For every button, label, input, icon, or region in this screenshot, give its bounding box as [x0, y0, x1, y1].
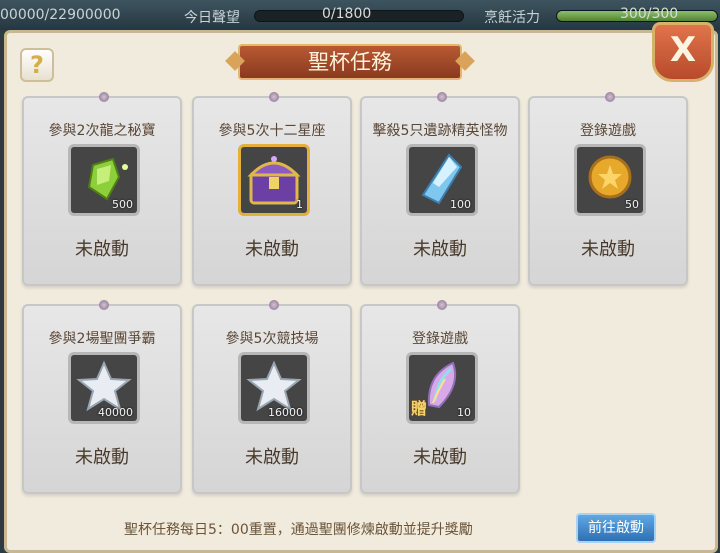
task-card[interactable]: 參與5次十二星座 1 未啟動	[192, 92, 352, 286]
pin-icon	[99, 300, 109, 310]
reward-quantity: 500	[112, 198, 133, 211]
task-name: 參與5次競技場	[225, 331, 319, 347]
task-status: 未啟動	[245, 239, 299, 260]
prestige-label: 今日聲望	[184, 10, 240, 26]
window-title: 聖杯任務	[238, 44, 462, 80]
reward-quantity: 50	[625, 198, 639, 211]
task-name: 登錄遊戲	[412, 331, 468, 347]
task-status: 未啟動	[245, 447, 299, 468]
task-status: 未啟動	[75, 447, 129, 468]
task-name: 參與2場聖團爭霸	[48, 331, 156, 347]
reward-slot[interactable]: 贈 10	[406, 352, 478, 424]
reward-slot[interactable]: 500	[68, 144, 140, 216]
task-card[interactable]: 參與2次龍之秘寶 500 未啟動	[22, 92, 182, 286]
task-card[interactable]: 參與2場聖團爭霸 40000 未啟動	[22, 300, 182, 494]
go-activate-button[interactable]: 前往啟動	[576, 513, 656, 543]
reward-quantity: 10	[457, 406, 471, 419]
reset-note: 聖杯任務每日5：00重置，通過聖團修煉啟動並提升獎勵	[124, 522, 473, 538]
task-name: 擊殺5只遺跡精英怪物	[372, 123, 508, 139]
gift-badge: 贈	[411, 399, 428, 418]
pin-icon	[99, 92, 109, 102]
task-name: 登錄遊戲	[580, 123, 636, 139]
reward-slot[interactable]: 1	[238, 144, 310, 216]
task-status: 未啟動	[75, 239, 129, 260]
reward-slot[interactable]: 50	[574, 144, 646, 216]
reward-quantity: 1	[296, 198, 303, 211]
reward-slot[interactable]: 40000	[68, 352, 140, 424]
pin-icon	[605, 92, 615, 102]
task-status: 未啟動	[413, 239, 467, 260]
task-card[interactable]: 登錄遊戲 贈 10 未啟動	[360, 300, 520, 494]
reward-quantity: 40000	[98, 406, 133, 419]
vigor-value: 300/300	[620, 6, 679, 22]
reward-slot[interactable]: 16000	[238, 352, 310, 424]
task-card[interactable]: 擊殺5只遺跡精英怪物 100 未啟動	[360, 92, 520, 286]
task-status: 未啟動	[413, 447, 467, 468]
vigor-label: 烹飪活力	[484, 10, 540, 26]
task-name: 參與2次龍之秘寶	[48, 123, 156, 139]
prestige-value: 0/1800	[322, 6, 372, 22]
top-status-bar: 00000/22900000 今日聲望 0/1800 烹飪活力 300/300	[0, 0, 720, 30]
task-card[interactable]: 參與5次競技場 16000 未啟動	[192, 300, 352, 494]
reward-quantity: 100	[450, 198, 471, 211]
help-button[interactable]: ?	[20, 48, 54, 82]
task-name: 參與5次十二星座	[218, 123, 326, 139]
task-status: 未啟動	[581, 239, 635, 260]
reward-slot[interactable]: 100	[406, 144, 478, 216]
pin-icon	[269, 300, 279, 310]
pin-icon	[437, 92, 447, 102]
reward-quantity: 16000	[268, 406, 303, 419]
pin-icon	[437, 300, 447, 310]
gold-counter: 00000/22900000	[0, 7, 121, 23]
task-card[interactable]: 登錄遊戲 50 未啟動	[528, 92, 688, 286]
pin-icon	[269, 92, 279, 102]
close-button[interactable]: X	[652, 22, 714, 82]
